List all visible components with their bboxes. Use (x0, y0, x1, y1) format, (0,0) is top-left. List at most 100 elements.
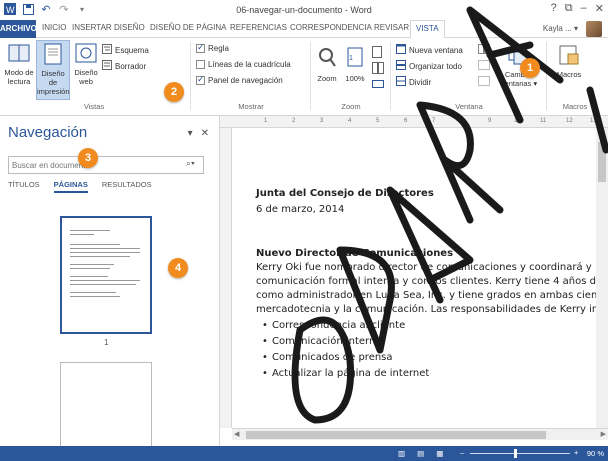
view-side-by-side-icon[interactable] (478, 44, 490, 56)
zoom-slider[interactable] (470, 453, 570, 454)
tab-vista[interactable]: VISTA (410, 20, 445, 39)
read-mode-label-2: lectura (7, 77, 31, 86)
print-layout-button[interactable]: Diseño de impresión (36, 40, 70, 100)
scroll-thumb[interactable] (598, 142, 606, 182)
tab-archivo[interactable]: ARCHIVO (0, 20, 37, 38)
avatar[interactable] (586, 21, 602, 37)
ruler-tick: 11 (540, 118, 547, 124)
web-layout-button[interactable]: Diseño web (72, 42, 100, 86)
ruler-tick: 1 (264, 118, 268, 124)
ruler-label: Regla (208, 44, 229, 53)
multiple-pages-icon[interactable] (372, 62, 384, 76)
tab-correspondencia[interactable]: CORRESPONDENCIA (290, 23, 372, 32)
group-separator (190, 42, 191, 110)
page-thumbnail[interactable] (60, 362, 152, 446)
callout-1: 1 (520, 58, 540, 78)
web-layout-icon (72, 42, 100, 66)
macros-button[interactable]: Macros (552, 44, 586, 79)
split-button[interactable]: Dividir (396, 76, 431, 88)
web-layout-icon[interactable]: ▦ (436, 449, 443, 458)
ribbon-display-icon[interactable]: ⧉ (565, 2, 573, 15)
ruler-check-icon (196, 42, 205, 53)
tab-paginas[interactable]: PÁGINAS (53, 180, 88, 193)
scroll-right-icon[interactable]: ▶ (601, 430, 606, 438)
navigation-pane-title: Navegación (8, 124, 88, 141)
ruler-tick: 7 (432, 118, 436, 124)
document-date: 6 de marzo, 2014 (256, 204, 345, 215)
paragraph-line: como administrador en Luna Sea, Inc. y t… (256, 290, 603, 301)
close-icon[interactable]: ✕ (595, 2, 604, 15)
zoom-level[interactable]: 90 % (587, 449, 604, 458)
read-mode-icon[interactable]: ▥ (398, 449, 405, 458)
group-separator (546, 42, 547, 110)
arrange-all-button[interactable]: Organizar todo (396, 60, 462, 72)
vertical-ruler[interactable] (220, 128, 232, 428)
arrange-all-icon (396, 60, 406, 72)
ruler-checkbox[interactable]: Regla (196, 42, 229, 53)
ruler-tick: 10 (514, 118, 521, 124)
paragraph-line: Kerry Oki fue nombrado director de comun… (256, 262, 592, 273)
scroll-up-icon[interactable]: ▲ (598, 130, 605, 137)
document-canvas[interactable]: Junta del Consejo de Directores 6 de mar… (232, 128, 608, 428)
help-icon[interactable]: ? (551, 2, 557, 15)
ruler-tick: 5 (376, 118, 380, 124)
tab-insertar[interactable]: INSERTAR (72, 23, 112, 32)
web-layout-label-1: Diseño (74, 68, 98, 77)
tab-resultados[interactable]: RESULTADOS (102, 180, 152, 193)
paragraph-line: comunicación formal interna y con los cl… (256, 276, 596, 287)
read-mode-button[interactable]: Modo de lectura (2, 42, 36, 86)
new-window-button[interactable]: Nueva ventana (396, 44, 463, 56)
callout-4: 4 (168, 258, 188, 278)
navigation-pane-check-icon (196, 74, 205, 85)
tab-diseno-pagina[interactable]: DISEÑO DE PÁGINA (150, 23, 226, 32)
close-icon[interactable]: ✕ (201, 128, 209, 139)
ribbon: Modo de lectura Diseño de impresión Dise… (0, 38, 608, 116)
zoom-out-icon[interactable]: – (460, 448, 464, 457)
user-name[interactable]: Kayla ... ▾ (543, 24, 578, 33)
search-input[interactable] (8, 156, 204, 174)
vertical-scrollbar[interactable]: ▲ (596, 128, 608, 428)
scroll-thumb[interactable] (246, 431, 546, 439)
sync-scrolling-icon[interactable] (478, 60, 490, 72)
gridlines-checkbox[interactable]: Líneas de la cuadrícula (196, 60, 291, 69)
reset-window-icon[interactable] (478, 76, 490, 88)
navigation-pane: Navegación ▾ ✕ ⌕▾ TÍTULOS PÁGINAS RESULT… (0, 116, 220, 446)
horizontal-ruler[interactable]: 1 2 3 4 5 6 7 8 9 10 11 12 13 (220, 116, 608, 128)
ruler-tick: 2 (292, 118, 296, 124)
outline-button[interactable]: Esquema (102, 44, 149, 56)
tab-inicio[interactable]: INICIO (42, 23, 66, 32)
macros-icon (552, 44, 586, 68)
search-icon[interactable]: ⌕▾ (186, 158, 195, 169)
paragraph-line: mercadotecnia y la comunicación. Las res… (256, 304, 599, 315)
navigation-pane-checkbox[interactable]: Panel de navegación (196, 74, 283, 85)
list-item: Actualizar la página de internet (262, 368, 429, 379)
title-bar: W ↶ ↷ ▾ 06-navegar-un-documento - Word ?… (0, 0, 608, 20)
read-mode-label-1: Modo de (4, 68, 34, 77)
minimize-icon[interactable]: – (581, 2, 587, 15)
group-label-macros: Macros (562, 102, 588, 111)
one-page-icon[interactable] (372, 46, 382, 60)
split-icon (396, 76, 406, 88)
draft-button[interactable]: Borrador (102, 60, 146, 72)
callout-3: 3 (78, 148, 98, 168)
zoom-100-button[interactable]: 1 100% (342, 46, 368, 83)
pane-options-icon[interactable]: ▾ (188, 128, 193, 139)
page-thumbnail[interactable] (60, 216, 152, 334)
ruler-tick: 9 (488, 118, 492, 124)
page-width-icon[interactable] (372, 78, 384, 92)
zoom-button[interactable]: Zoom (314, 46, 340, 83)
tab-revisar[interactable]: REVISAR (374, 23, 409, 32)
ruler-tick: 6 (404, 118, 408, 124)
zoom-slider-thumb[interactable] (514, 449, 517, 458)
print-layout-icon[interactable]: ▤ (417, 449, 424, 458)
horizontal-scrollbar[interactable]: ◀ ▶ (232, 428, 608, 440)
tab-titulos[interactable]: TÍTULOS (8, 180, 40, 193)
print-layout-label-2: impresión (37, 87, 70, 96)
svg-text:1: 1 (349, 55, 353, 62)
tab-referencias[interactable]: REFERENCIAS (230, 23, 287, 32)
tab-diseno[interactable]: DISEÑO (114, 23, 145, 32)
outline-icon (102, 44, 112, 56)
scroll-left-icon[interactable]: ◀ (234, 430, 239, 438)
zoom-in-icon[interactable]: + (574, 448, 578, 457)
new-window-label: Nueva ventana (409, 45, 463, 55)
